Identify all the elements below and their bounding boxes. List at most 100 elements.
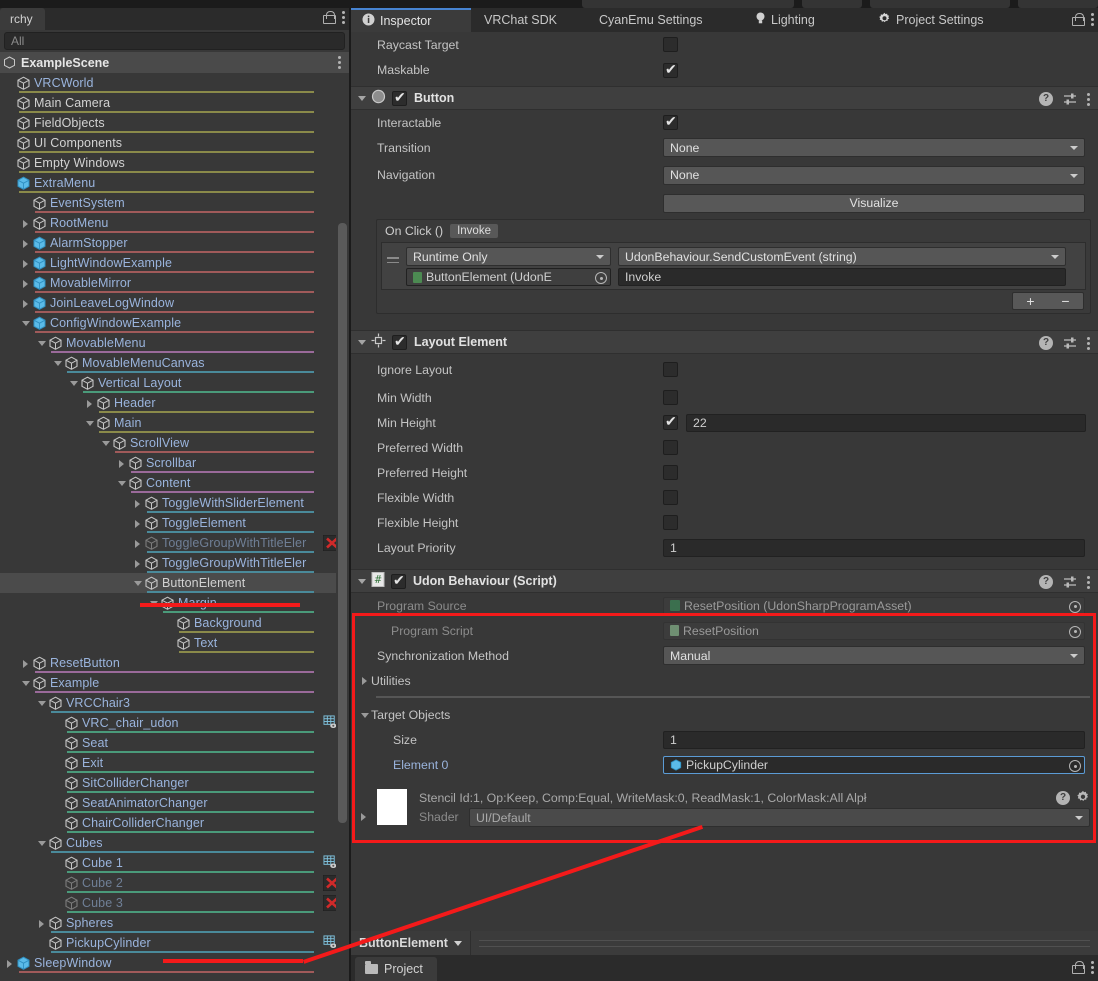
- interactable-checkbox[interactable]: [663, 113, 678, 130]
- hierarchy-twisty-13[interactable]: [35, 333, 48, 353]
- hierarchy-item-pickupcylinder[interactable]: PickupCylinder: [0, 933, 349, 953]
- preferred-height-checkbox[interactable]: [663, 465, 678, 480]
- hierarchy-item-cube-2[interactable]: Cube 2: [0, 873, 349, 893]
- element-0-object-field[interactable]: PickupCylinder: [663, 756, 1085, 774]
- hierarchy-twisty-27[interactable]: [163, 613, 176, 633]
- hierarchy-item-vrcchair3[interactable]: VRCChair3: [0, 693, 349, 713]
- hierarchy-item-example[interactable]: Example: [0, 673, 349, 693]
- maskable-checkbox[interactable]: [663, 61, 678, 78]
- hierarchy-twisty-24[interactable]: [131, 553, 144, 573]
- hierarchy-item-main-camera[interactable]: Main Camera: [0, 93, 349, 113]
- hierarchy-item-seatanimatorchanger[interactable]: SeatAnimatorChanger: [0, 793, 349, 813]
- inspector-lock-icon[interactable]: [1072, 13, 1085, 26]
- hierarchy-item-fieldobjects[interactable]: FieldObjects: [0, 113, 349, 133]
- hierarchy-item-buttonelement[interactable]: ButtonElement: [0, 573, 349, 593]
- visualize-button[interactable]: Visualize: [663, 193, 1085, 213]
- hierarchy-twisty-28[interactable]: [163, 633, 176, 653]
- property-row-utilities[interactable]: Utilities: [351, 668, 1098, 693]
- hierarchy-twisty-20[interactable]: [115, 473, 128, 493]
- runtime-mode-dropdown[interactable]: Runtime Only: [406, 247, 611, 266]
- hierarchy-item-cube-3[interactable]: Cube 3: [0, 893, 349, 913]
- add-event-button[interactable]: +: [1013, 293, 1048, 309]
- layout-element-enabled-checkbox[interactable]: [392, 333, 407, 350]
- scene-row[interactable]: ExampleScene: [0, 52, 349, 73]
- hierarchy-twisty-35[interactable]: [51, 773, 64, 793]
- hierarchy-item-spheres[interactable]: Spheres: [0, 913, 349, 933]
- hierarchy-twisty-32[interactable]: [51, 713, 64, 733]
- button-foldout-icon[interactable]: [355, 86, 371, 110]
- lock-icon[interactable]: [323, 11, 336, 24]
- component-header-udon-behaviour[interactable]: # Udon Behaviour (Script) ?: [351, 569, 1098, 593]
- udon-enabled-checkbox[interactable]: [391, 572, 406, 589]
- hierarchy-twisty-40[interactable]: [51, 873, 64, 893]
- hierarchy-twisty-9[interactable]: [19, 253, 32, 273]
- hierarchy-item-main[interactable]: Main: [0, 413, 349, 433]
- hierarchy-item-cube-1[interactable]: Cube 1: [0, 853, 349, 873]
- material-preview[interactable]: [377, 789, 407, 825]
- hierarchy-twisty-7[interactable]: [19, 213, 32, 233]
- hierarchy-item-ui-components[interactable]: UI Components: [0, 133, 349, 153]
- hierarchy-item-cubes[interactable]: Cubes: [0, 833, 349, 853]
- hierarchy-twisty-16[interactable]: [83, 393, 96, 413]
- hierarchy-item-sleepwindow[interactable]: SleepWindow: [0, 953, 349, 973]
- preset-icon[interactable]: [1063, 92, 1077, 106]
- inspector-menu-icon[interactable]: [1091, 13, 1094, 26]
- hierarchy-twisty-17[interactable]: [83, 413, 96, 433]
- hierarchy-twisty-22[interactable]: [131, 513, 144, 533]
- size-field[interactable]: 1: [663, 730, 1085, 749]
- chevron-down-icon[interactable]: [453, 940, 462, 946]
- hierarchy-twisty-42[interactable]: [35, 913, 48, 933]
- layout-element-preset-icon[interactable]: [1063, 336, 1077, 350]
- udon-preset-icon[interactable]: [1063, 575, 1077, 589]
- hierarchy-twisty-10[interactable]: [19, 273, 32, 293]
- button-component-menu-icon[interactable]: [1087, 92, 1090, 106]
- event-arg-field[interactable]: Invoke: [618, 268, 1066, 286]
- hierarchy-item-extramenu[interactable]: ExtraMenu: [0, 173, 349, 193]
- shader-foldout-icon[interactable]: [357, 806, 370, 826]
- hierarchy-twisty-5[interactable]: [3, 173, 16, 193]
- hierarchy-item-vrc-chair-udon[interactable]: VRC_chair_udon: [0, 713, 349, 733]
- hierarchy-twisty-33[interactable]: [51, 733, 64, 753]
- hierarchy-twisty-4[interactable]: [3, 153, 16, 173]
- hierarchy-item-configwindowexample[interactable]: ConfigWindowExample: [0, 313, 349, 333]
- min-width-checkbox[interactable]: [663, 390, 678, 405]
- hierarchy-item-toggleelement[interactable]: ToggleElement: [0, 513, 349, 533]
- udon-menu-icon[interactable]: [1087, 575, 1090, 589]
- hierarchy-twisty-19[interactable]: [115, 453, 128, 473]
- ignore-layout-checkbox[interactable]: [663, 362, 678, 377]
- hierarchy-twisty-25[interactable]: [131, 573, 144, 593]
- hierarchy-item-rootmenu[interactable]: RootMenu: [0, 213, 349, 233]
- hierarchy-twisty-30[interactable]: [19, 673, 32, 693]
- hierarchy-twisty-11[interactable]: [19, 293, 32, 313]
- hierarchy-item-sitcolliderchanger[interactable]: SitColliderChanger: [0, 773, 349, 793]
- hierarchy-twisty-2[interactable]: [3, 113, 16, 133]
- tab-project[interactable]: Project: [355, 957, 437, 981]
- hierarchy-twisty-6[interactable]: [19, 193, 32, 213]
- program-source-field[interactable]: ResetPosition (UdonSharpProgramAsset): [663, 596, 1085, 615]
- layout-element-foldout-icon[interactable]: [355, 330, 371, 354]
- hierarchy-item-togglewithsliderelement[interactable]: ToggleWithSliderElement: [0, 493, 349, 513]
- help-icon[interactable]: ?: [1039, 92, 1053, 106]
- min-height-field[interactable]: 22: [686, 413, 1086, 432]
- udon-help-icon[interactable]: ?: [1039, 575, 1053, 589]
- hierarchy-item-resetbutton[interactable]: ResetButton: [0, 653, 349, 673]
- udon-foldout-icon[interactable]: [355, 569, 371, 593]
- flexible-width-checkbox[interactable]: [663, 490, 678, 505]
- hierarchy-item-scrollbar[interactable]: Scrollbar: [0, 453, 349, 473]
- hierarchy-twisty-1[interactable]: [3, 93, 16, 113]
- shader-dropdown[interactable]: UI/Default: [469, 808, 1090, 827]
- hierarchy-twisty-31[interactable]: [35, 693, 48, 713]
- drag-handle-icon[interactable]: [387, 257, 399, 266]
- hierarchy-twisty-18[interactable]: [99, 433, 112, 453]
- hierarchy-item-header[interactable]: Header: [0, 393, 349, 413]
- add-remove-event-buttons[interactable]: + −: [1012, 292, 1084, 310]
- project-menu-icon[interactable]: [1091, 961, 1094, 974]
- target-objects-foldout-icon[interactable]: [358, 705, 371, 725]
- min-height-checkbox[interactable]: [663, 413, 678, 430]
- hierarchy-item-alarmstopper[interactable]: AlarmStopper: [0, 233, 349, 253]
- transition-dropdown[interactable]: None: [663, 138, 1085, 157]
- material-gear-icon[interactable]: [1076, 790, 1090, 807]
- hierarchy-twisty-23[interactable]: [131, 533, 144, 553]
- component-header-button[interactable]: Button ?: [351, 86, 1098, 110]
- remove-event-button[interactable]: −: [1048, 293, 1083, 309]
